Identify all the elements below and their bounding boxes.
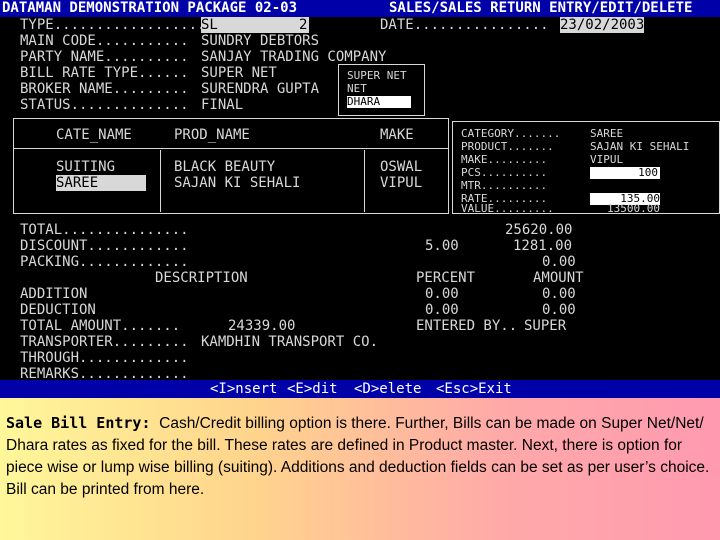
row-2-make: VIPUL — [380, 175, 423, 191]
command-bar: <I>nsert <E>dit <D>elete <Esc>Exit — [0, 380, 720, 398]
col-header-make: MAKE — [380, 127, 414, 143]
caption-lead: Sale Bill Entry: — [6, 414, 151, 432]
date-field[interactable]: 23/02/2003 — [560, 17, 645, 33]
exit-command[interactable]: <Esc>Exit — [436, 381, 512, 397]
row-2-cate: SAREE — [56, 175, 146, 191]
col-header-prod-name: PROD_NAME — [174, 127, 250, 143]
total-value: 25620.00 — [505, 222, 573, 238]
total-amount-label: TOTAL AMOUNT....... — [20, 318, 181, 334]
row-1-cate: SUITING — [56, 159, 116, 175]
deduction-amount-field[interactable]: 0.00 — [542, 302, 576, 318]
detail-make-value[interactable]: VIPUL — [590, 154, 623, 166]
app-title: DATAMAN DEMONSTRATION PACKAGE 02-03 — [2, 0, 298, 16]
total-label: TOTAL............... — [20, 222, 189, 238]
delete-command[interactable]: <D>elete — [354, 381, 421, 397]
detail-value-label: VALUE......... — [461, 202, 554, 215]
main-code-field[interactable]: SUNDRY DEBTORS — [201, 33, 319, 49]
main-code-label: MAIN CODE........... — [20, 33, 189, 49]
row-1-prod: BLACK BEAUTY — [174, 159, 276, 175]
date-label: DATE................ — [380, 17, 549, 33]
detail-product-value[interactable]: SAJAN KI SEHALI — [590, 141, 689, 153]
description-header: DESCRIPTION — [155, 270, 248, 286]
entered-by-label: ENTERED BY.. — [416, 318, 518, 334]
deduction-percent-field[interactable]: 0.00 — [425, 302, 459, 318]
description-caption: Sale Bill Entry: Cash/Credit billing opt… — [0, 398, 720, 540]
grid-header-divider — [14, 148, 448, 149]
total-amount-value: 24339.00 — [228, 318, 296, 334]
detail-category-value[interactable]: SAREE — [590, 128, 623, 140]
addition-label: ADDITION — [20, 286, 88, 302]
transporter-label: TRANSPORTER......... — [20, 334, 189, 350]
col-header-cate-name: CATE_NAME — [56, 127, 132, 143]
rate-option-dhara[interactable]: DHARA — [347, 96, 411, 108]
through-label: THROUGH............. — [20, 350, 189, 366]
amount-header: AMOUNT — [533, 270, 584, 286]
type-value: SL — [201, 17, 218, 33]
broker-name-label: BROKER NAME......... — [20, 81, 189, 97]
detail-product-label: PRODUCT....... — [461, 140, 554, 153]
status-field[interactable]: FINAL — [201, 97, 243, 113]
packing-field[interactable]: 0.00 — [542, 254, 576, 270]
addition-amount-field[interactable]: 0.00 — [542, 286, 576, 302]
insert-command[interactable]: <I>nsert — [210, 381, 277, 397]
rate-option-net[interactable]: NET — [347, 83, 367, 95]
detail-make-label: MAKE......... — [461, 153, 548, 166]
grid-col-divider-2 — [364, 150, 365, 212]
screen-title: SALES/SALES RETURN ENTRY/EDIT/DELETE — [389, 0, 693, 16]
detail-pcs-label: PCS.......... — [461, 166, 548, 179]
entered-by-value: SUPER — [524, 318, 567, 334]
discount-value: 1281.00 — [513, 238, 573, 254]
row-2-prod: SAJAN KI SEHALI — [174, 175, 301, 191]
bill-rate-type-label: BILL RATE TYPE...... — [20, 65, 189, 81]
detail-mtr-label: MTR.......... — [461, 179, 548, 192]
party-name-label: PARTY NAME.......... — [20, 49, 189, 65]
percent-header: PERCENT — [416, 270, 476, 286]
type-label: TYPE.................. — [20, 17, 206, 33]
party-name-field[interactable]: SANJAY TRADING COMPANY — [201, 49, 386, 65]
broker-name-field[interactable]: SURENDRA GUPTA — [201, 81, 319, 97]
discount-label: DISCOUNT............ — [20, 238, 189, 254]
discount-percent-field[interactable]: 5.00 — [425, 238, 459, 254]
deduction-label: DEDUCTION — [20, 302, 96, 318]
row-1-make: OSWAL — [380, 159, 423, 175]
detail-pcs-value[interactable]: 100 — [590, 167, 660, 179]
edit-command[interactable]: <E>dit — [287, 381, 338, 397]
rate-option-super-net[interactable]: SUPER NET — [347, 70, 407, 82]
packing-label: PACKING............. — [20, 254, 189, 270]
bill-rate-type-field[interactable]: SUPER NET — [201, 65, 277, 81]
status-label: STATUS.............. — [20, 97, 189, 113]
detail-category-label: CATEGORY....... — [461, 127, 561, 140]
addition-percent-field[interactable]: 0.00 — [425, 286, 459, 302]
type-number: 2 — [299, 17, 308, 33]
transporter-field[interactable]: KAMDHIN TRANSPORT CO. — [201, 334, 378, 350]
terminal-screen: DATAMAN DEMONSTRATION PACKAGE 02-03 SALE… — [0, 0, 720, 398]
caption-text-block: Sale Bill Entry: Cash/Credit billing opt… — [6, 412, 714, 501]
title-bar: DATAMAN DEMONSTRATION PACKAGE 02-03 SALE… — [0, 0, 720, 17]
grid-col-divider-1 — [160, 150, 161, 212]
detail-value-value: 13500.00 — [607, 202, 660, 215]
type-field[interactable]: SL 2 — [201, 17, 309, 33]
